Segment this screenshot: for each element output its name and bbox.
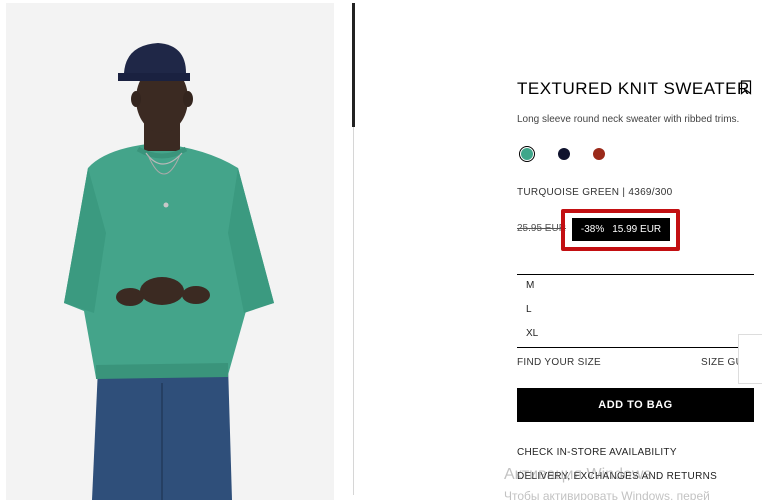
color-swatch-navy[interactable] (556, 146, 572, 162)
color-swatch-rust-red[interactable] (591, 146, 607, 162)
gallery-scrollbar-thumb[interactable] (352, 3, 355, 127)
find-your-size-link[interactable]: FIND YOUR SIZE (517, 357, 601, 368)
sale-price-badge: -38% 15.99 EUR (572, 218, 670, 241)
color-and-reference: TURQUOISE GREEN | 4369/300 (517, 187, 673, 198)
windows-activation-watermark-title: Активация Windows (504, 466, 652, 483)
bookmark-icon[interactable] (740, 80, 752, 95)
product-title: TEXTURED KNIT SWEATER (517, 79, 750, 98)
sale-price: 15.99 EUR (612, 224, 662, 235)
check-store-availability-link[interactable]: CHECK IN-STORE AVAILABILITY (517, 447, 677, 458)
product-description: Long sleeve round neck sweater with ribb… (517, 114, 740, 125)
swatch-dot (521, 148, 533, 160)
discount-percent: -38% (580, 224, 605, 235)
size-guide-link[interactable]: SIZE GUIDE (701, 357, 738, 368)
size-list-divider-bottom (517, 347, 754, 348)
side-panel-tab[interactable] (738, 334, 762, 384)
size-option-xl[interactable]: XL (526, 328, 538, 339)
windows-activation-watermark-text: Чтобы активировать Windows, перей (504, 489, 710, 500)
old-price: 25.95 EUR (517, 223, 566, 234)
swatch-dot (593, 148, 605, 160)
swatch-dot (558, 148, 570, 160)
size-list-divider-top (517, 274, 754, 275)
product-image[interactable] (6, 3, 334, 500)
add-to-bag-button[interactable]: ADD TO BAG (517, 388, 754, 422)
product-photo-illustration (6, 3, 334, 500)
color-swatch-turquoise-green[interactable] (519, 146, 535, 162)
size-option-m[interactable]: M (526, 280, 534, 291)
size-option-l[interactable]: L (526, 304, 532, 315)
